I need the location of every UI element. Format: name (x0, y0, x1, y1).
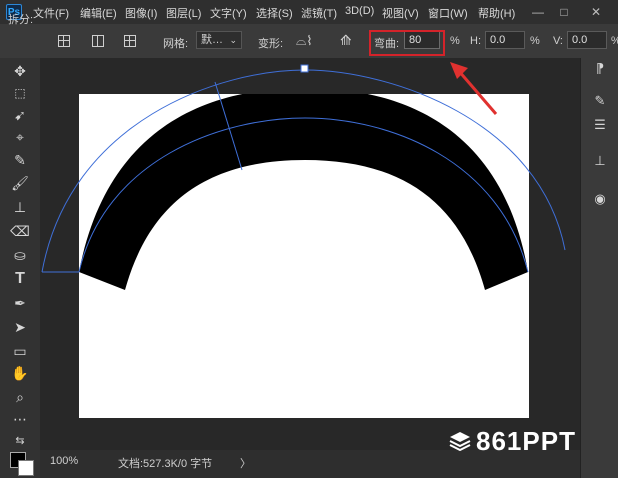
zoom-level[interactable]: 100% (50, 455, 78, 467)
adjustments-panel-icon[interactable]: ☰ (590, 116, 610, 134)
3d-panel-icon[interactable]: ◉ (590, 190, 610, 208)
annotation-arrow-icon (456, 69, 498, 115)
document-info: 文档:527.3K/0 字节 (118, 458, 213, 470)
status-menu-arrow-icon[interactable]: 〉 (240, 455, 251, 471)
clone-source-panel-icon[interactable]: ⊥ (590, 152, 610, 170)
warped-arc-overlay[interactable] (0, 0, 618, 478)
brush-panel-icon[interactable]: ✎ (590, 92, 610, 110)
warp-control-handle[interactable] (300, 64, 309, 73)
watermark-logo-icon (449, 432, 471, 451)
history-panel-icon[interactable]: ⁋ (590, 60, 610, 78)
watermark-text: 861PPT (476, 426, 576, 456)
